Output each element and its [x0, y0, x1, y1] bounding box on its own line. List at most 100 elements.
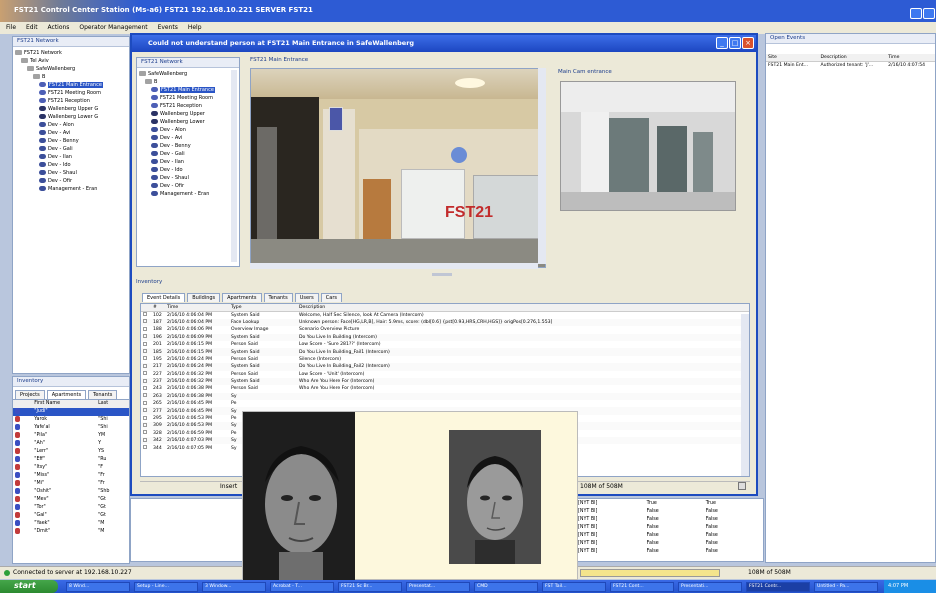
- tree-item[interactable]: Dev - Ido: [139, 166, 237, 174]
- tree-item[interactable]: Dev - Avi: [139, 134, 237, 142]
- tenant-row[interactable]: "Yaek" "M: [13, 519, 129, 528]
- tree-item[interactable]: Dev - Benny: [139, 142, 237, 150]
- start-button[interactable]: start: [0, 580, 58, 593]
- main-camera-view[interactable]: FST21: [250, 68, 546, 268]
- tab-tenants[interactable]: Tenants: [88, 390, 118, 399]
- taskbar-item[interactable]: Untitled - Pa...: [814, 582, 878, 592]
- event-row[interactable]: 243 2/16/10 4:06:38 PM Person Said Who Are …: [141, 385, 749, 392]
- minimize-button[interactable]: [910, 8, 922, 19]
- tree-item[interactable]: Dev - Ilan: [139, 158, 237, 166]
- background-row[interactable]: [NYT Bl] False False: [576, 539, 763, 547]
- event-row[interactable]: 102 2/16/10 4:06:04 PM System Said Welcome,…: [141, 311, 749, 318]
- tab-projects[interactable]: Projects: [15, 390, 45, 399]
- col-first-name[interactable]: First Name: [32, 400, 96, 408]
- menu-file[interactable]: File: [6, 24, 16, 31]
- menu-events[interactable]: Events: [158, 24, 178, 31]
- menu-actions[interactable]: Actions: [48, 24, 70, 31]
- col-site[interactable]: Site: [766, 54, 819, 62]
- taskbar-item[interactable]: Presentati...: [678, 582, 742, 592]
- tenant-row[interactable]: "Mi" "Fr: [13, 479, 129, 488]
- splitter-handle[interactable]: [432, 273, 452, 276]
- event-row[interactable]: 187 2/16/10 4:06:04 PM Face Lookup Unknown …: [141, 318, 749, 327]
- tree-item[interactable]: FST21 Reception: [15, 97, 127, 105]
- tenant-row[interactable]: "Eff" "Ru: [13, 455, 129, 464]
- col-type[interactable]: Type: [229, 304, 297, 312]
- tenant-row[interactable]: "Pila" YM: [13, 431, 129, 440]
- col-number[interactable]: #: [151, 304, 165, 312]
- camera-v-scrollbar[interactable]: [538, 68, 546, 264]
- tab-apartments[interactable]: Apartments: [46, 390, 87, 399]
- menu-edit[interactable]: Edit: [26, 24, 38, 31]
- tree-item[interactable]: B: [15, 73, 127, 81]
- tree-item[interactable]: FST21 Meeting Room: [15, 89, 127, 97]
- tree-item[interactable]: Management - Eran: [15, 185, 127, 193]
- tree-item[interactable]: Tel Aviv: [15, 57, 127, 65]
- tree-item[interactable]: B: [139, 78, 237, 86]
- gc-icon[interactable]: [738, 482, 746, 490]
- tree-item[interactable]: Dev - Avi: [15, 129, 127, 137]
- taskbar-item[interactable]: Presentat...: [406, 582, 470, 592]
- taskbar-item[interactable]: Acrobat - T...: [270, 582, 334, 592]
- tenant-row[interactable]: Yafe'al "Shi: [13, 423, 129, 432]
- tree-item[interactable]: Wallenberg Lower: [139, 118, 237, 126]
- tenant-row[interactable]: "Mev" "Gt: [13, 495, 129, 504]
- tree-item[interactable]: FST21 Meeting Room: [139, 94, 237, 102]
- tenant-row[interactable]: "Dmit" "M: [13, 527, 129, 536]
- tab-apartments-dialog[interactable]: Apartments: [222, 293, 262, 302]
- tree-item[interactable]: FST21 Main Entrance: [139, 86, 237, 94]
- taskbar-item[interactable]: FST21 Cont...: [610, 582, 674, 592]
- tree-item[interactable]: Dev - Gali: [15, 145, 127, 153]
- tree-item[interactable]: Management - Eran: [139, 190, 237, 198]
- tree-item[interactable]: FST21 Network: [15, 49, 127, 57]
- menu-operator-management[interactable]: Operator Management: [79, 24, 147, 31]
- tree-item[interactable]: Dev - Gali: [139, 150, 237, 158]
- event-row[interactable]: 188 2/16/10 4:06:06 PM Overview Image Scena…: [141, 326, 749, 333]
- tenant-row[interactable]: "Ah" Y: [13, 439, 129, 448]
- event-row[interactable]: 227 2/16/10 4:06:32 PM Person Said Low Scor…: [141, 371, 749, 378]
- tab-cars[interactable]: Cars: [320, 293, 342, 302]
- dialog-title-bar[interactable]: Could not understand person at FST21 Mai…: [132, 35, 756, 52]
- tab-event-details[interactable]: Event Details: [142, 293, 186, 302]
- tree-item[interactable]: Dev - Alon: [139, 126, 237, 134]
- event-row[interactable]: 185 2/16/10 4:06:15 PM System Said Do You L…: [141, 348, 749, 356]
- tree-item[interactable]: Wallenberg Upper G: [15, 105, 127, 113]
- tree-item[interactable]: Dev - Ilan: [15, 153, 127, 161]
- background-row[interactable]: [NYT Bl] False False: [576, 531, 763, 539]
- open-event-row[interactable]: FST21 Main Ent... Authorized tenant: 'J'…: [766, 61, 935, 68]
- taskbar-item[interactable]: FST21 Sc Br...: [338, 582, 402, 592]
- tenant-row[interactable]: Yarok "Shi: [13, 415, 129, 424]
- tenant-row[interactable]: "Tor" "Gt: [13, 503, 129, 512]
- tree-item[interactable]: Dev - Ofir: [15, 177, 127, 185]
- tenant-row[interactable]: "Judi": [13, 407, 129, 416]
- taskbar-item[interactable]: 8 Wind...: [66, 582, 130, 592]
- tree-item[interactable]: Dev - Shaul: [139, 174, 237, 182]
- event-row[interactable]: 237 2/16/10 4:06:32 PM System Said Who Are …: [141, 377, 749, 386]
- event-row[interactable]: 195 2/16/10 4:06:24 PM Person Said Silence …: [141, 356, 749, 363]
- dialog-close-button[interactable]: ×: [742, 37, 754, 49]
- background-row[interactable]: [NYT Bl] False False: [576, 507, 763, 515]
- taskbar-item[interactable]: CMD: [474, 582, 538, 592]
- col-event-description[interactable]: Description: [297, 304, 749, 312]
- tab-users[interactable]: Users: [294, 293, 319, 302]
- second-camera-view[interactable]: [560, 81, 736, 211]
- dialog-minimize-button[interactable]: _: [716, 37, 728, 49]
- close-app-button[interactable]: [923, 8, 935, 19]
- tree-item[interactable]: Dev - Ido: [15, 161, 127, 169]
- tree-item[interactable]: Dev - Shaul: [15, 169, 127, 177]
- event-row[interactable]: 263 2/16/10 4:06:38 PM Sy: [141, 392, 749, 401]
- camera-h-scrollbar[interactable]: [250, 263, 538, 269]
- background-row[interactable]: [NYT Bl] False False: [576, 523, 763, 531]
- tree-item[interactable]: SafeWallenberg: [139, 70, 237, 78]
- tree-item[interactable]: SafeWallenberg: [15, 65, 127, 73]
- col-description[interactable]: Description: [818, 54, 887, 62]
- taskbar-item[interactable]: FST21 Contr...: [746, 582, 810, 592]
- tenant-row[interactable]: "Lerr" YS: [13, 447, 129, 456]
- tenant-row[interactable]: "Gal" "Gt: [13, 511, 129, 520]
- menu-help[interactable]: Help: [188, 24, 202, 31]
- tab-tenants-dialog[interactable]: Tenants: [263, 293, 293, 302]
- taskbar-item[interactable]: Setup - Line...: [134, 582, 198, 592]
- tree-item[interactable]: Wallenberg Upper: [139, 110, 237, 118]
- tree-item[interactable]: FST21 Main Entrance: [15, 81, 127, 89]
- tenant-row[interactable]: "Oshit" "Shb: [13, 487, 129, 496]
- tree-item[interactable]: Dev - Ofir: [139, 182, 237, 190]
